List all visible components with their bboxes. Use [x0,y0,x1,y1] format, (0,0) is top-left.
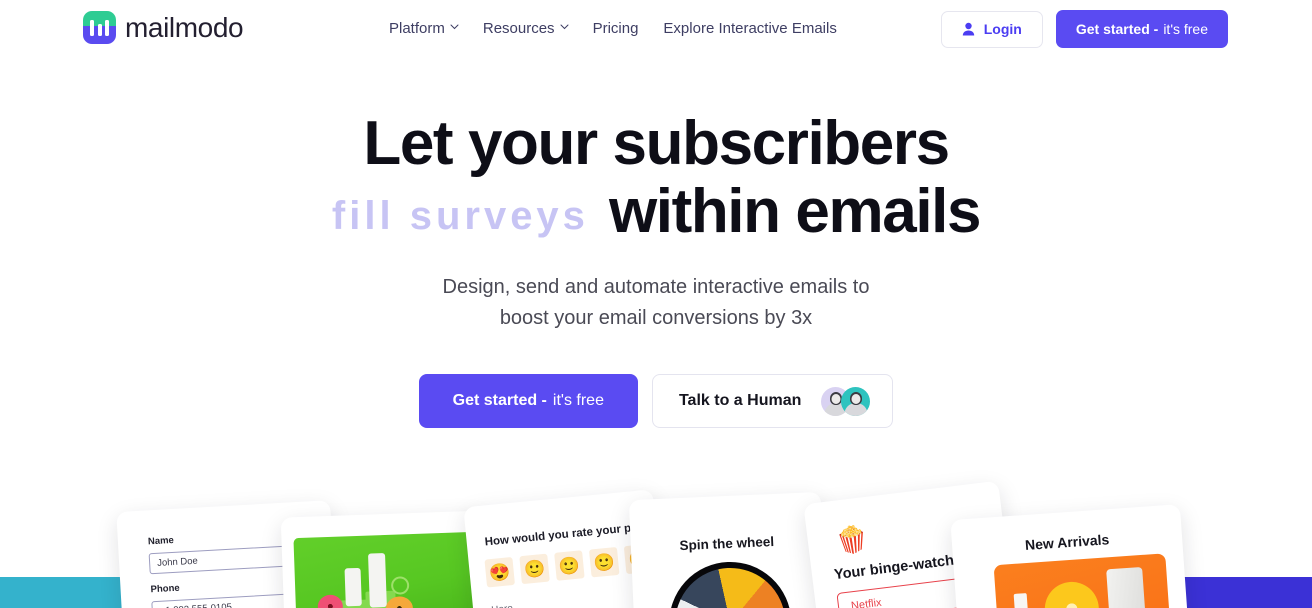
talk-to-a-human-button[interactable]: Talk to a Human [651,374,894,429]
nav-label: Platform [389,20,445,37]
nav-item-resources[interactable]: Resources [482,20,569,37]
user-icon [962,22,975,36]
chevron-down-icon [560,24,569,32]
email-template-carousel: Name John Doe Phone +1 202 555-0105 How … [0,470,1312,608]
hero-subtitle: Design, send and automate interactive em… [0,272,1312,334]
header-actions: Login Get started - it's free [940,10,1228,48]
main-navigation: Platform Resources Pricing Explore Inter… [389,0,837,57]
spin-wheel-title: Spin the wheel [679,533,775,554]
template-card-new-arrivals[interactable]: New Arrivals → [950,504,1190,608]
cta-normal-text: it's free [552,392,604,410]
rating-footer-text: Here [491,603,514,608]
nav-label: Pricing [592,20,639,37]
hero-headline-line2-row: fill surveys within emails [0,177,1312,247]
mailmodo-logo-icon [83,11,116,44]
cta-normal-text: it's free [1163,21,1208,37]
emoji-rating-option[interactable]: 🙂 [519,553,550,585]
template-card-product[interactable] [280,510,490,608]
hero-cta-group: Get started - it's free Talk to a Human [0,374,1312,429]
emoji-rating-scale: 😍 🙂 🙂 🙂 🙂 [484,543,655,588]
spin-wheel-graphic[interactable] [666,559,794,608]
emoji-rating-option[interactable]: 🙂 [554,550,585,581]
nav-item-explore-interactive-emails[interactable]: Explore Interactive Emails [663,20,836,37]
avatar-group [821,386,871,416]
talk-label: Talk to a Human [678,392,802,410]
header-get-started-button[interactable]: Get started - it's free [1055,10,1228,48]
hero-section: Let your subscribers fill surveys within… [0,109,1312,429]
new-arrivals-title: New Arrivals [1024,531,1110,554]
new-arrivals-image [993,553,1172,608]
hero-subtitle-line1: Design, send and automate interactive em… [442,276,870,299]
hero-headline-line2: within emails [608,177,982,247]
logo-text: mailmodo [125,11,244,43]
template-card-spin-wheel[interactable]: Spin the wheel [628,491,828,608]
product-image [293,531,479,608]
cta-bold-text: Get started - [452,392,547,410]
cta-bold-text: Get started - [1075,21,1159,37]
decorative-band-purple [1182,577,1312,608]
login-button[interactable]: Login [940,10,1043,48]
hero-rotating-word: fill surveys [331,194,589,239]
nav-item-platform[interactable]: Platform [389,20,459,37]
login-label: Login [983,21,1022,37]
emoji-rating-option[interactable]: 🙂 [588,546,620,578]
avatar [841,386,871,416]
popcorn-icon: 🍿 [834,522,871,557]
chevron-down-icon [450,24,459,32]
nav-label: Explore Interactive Emails [663,20,837,37]
logo[interactable]: mailmodo [83,11,244,44]
emoji-rating-option[interactable]: 😍 [484,556,516,588]
hero-subtitle-line2: boost your email conversions by 3x [499,307,813,330]
hero-get-started-button[interactable]: Get started - it's free [418,374,638,429]
nav-item-pricing[interactable]: Pricing [593,20,639,37]
nav-label: Resources [482,20,555,37]
site-header: mailmodo Platform Resources Pricing Expl… [0,0,1312,57]
hero-headline-line1: Let your subscribers [363,109,950,178]
landing-page: mailmodo Platform Resources Pricing Expl… [0,0,1312,608]
